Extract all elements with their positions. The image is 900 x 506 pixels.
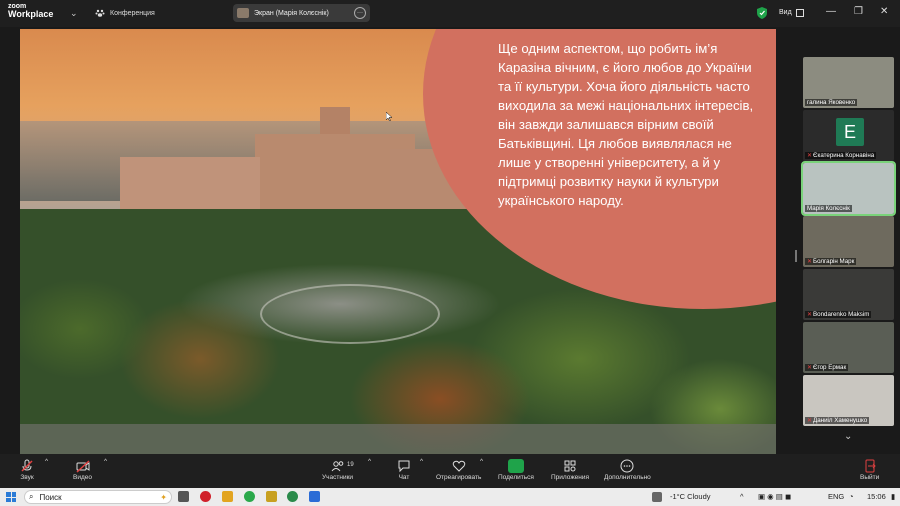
restore-icon[interactable]: ❐ bbox=[854, 6, 863, 17]
clock[interactable]: 15:06 bbox=[867, 492, 886, 501]
network-icon[interactable]: ◔ bbox=[849, 492, 854, 501]
participant-gallery: галина Яковенко E ✕ Єкатерина Корнавіна М… bbox=[797, 27, 900, 454]
conference-label: Конференция bbox=[110, 9, 155, 17]
participant-name: ✕ Bondarenko Maksim bbox=[805, 311, 872, 318]
slide-text: Ще одним аспектом, що робить ім’я Каразі… bbox=[498, 41, 754, 208]
mouse-cursor-icon bbox=[386, 112, 392, 121]
muted-mic-icon: ✕ bbox=[807, 312, 813, 318]
zoom-taskbar-icon[interactable] bbox=[309, 491, 320, 502]
heart-icon bbox=[452, 460, 465, 472]
task-view-icon[interactable] bbox=[178, 491, 189, 502]
app-icon[interactable] bbox=[266, 491, 277, 502]
close-icon[interactable]: ✕ bbox=[880, 6, 888, 17]
shield-icon[interactable] bbox=[757, 7, 767, 19]
chat-label: Чат bbox=[398, 474, 410, 481]
scroll-down-icon[interactable]: ⌄ bbox=[844, 431, 852, 442]
chevron-down-icon[interactable]: ⌄ bbox=[70, 8, 78, 19]
tray-app-icons[interactable]: ▣ ◉ ▤ ◼ bbox=[758, 492, 791, 501]
leave-button[interactable]: Выйти bbox=[860, 458, 879, 481]
participant-name: ✕ Даниіл Хаменушко bbox=[805, 417, 870, 424]
participant-tile[interactable]: ✕ Bondarenko Maksim bbox=[803, 269, 894, 320]
participant-tile-active[interactable]: Марія Колєснік bbox=[801, 161, 896, 216]
video-options-caret[interactable]: ^ bbox=[104, 458, 107, 465]
tray-chevron-icon[interactable]: ^ bbox=[740, 492, 744, 501]
share-screen-icon bbox=[507, 459, 524, 473]
copilot-sparkle-icon: ✦ bbox=[160, 492, 167, 502]
chrome-icon[interactable] bbox=[287, 491, 298, 502]
photo-road bbox=[20, 424, 776, 454]
share-label: Поделиться bbox=[498, 474, 534, 481]
photo-plaza bbox=[260, 284, 440, 344]
weather-text[interactable]: -1°C Cloudy bbox=[670, 492, 711, 501]
chrome-icon[interactable] bbox=[244, 491, 255, 502]
muted-mic-icon: ✕ bbox=[807, 153, 813, 159]
video-button[interactable]: Видео bbox=[73, 458, 92, 481]
screen-thumbnail-icon bbox=[237, 8, 249, 18]
react-button[interactable]: Отреагировать bbox=[436, 458, 481, 481]
more-label: Дополнительно bbox=[604, 474, 651, 481]
participant-tile[interactable]: галина Яковенко bbox=[803, 57, 894, 108]
muted-mic-icon: ✕ bbox=[807, 418, 813, 424]
os-taskbar: ⌕ Поиск ✦ -1°C Cloudy ^ ▣ ◉ ▤ ◼ ENG ◔ 15… bbox=[0, 488, 900, 506]
avatar: E bbox=[836, 118, 864, 146]
file-explorer-icon[interactable] bbox=[222, 491, 233, 502]
more-dots-icon bbox=[620, 459, 634, 473]
apps-label: Приложения bbox=[551, 474, 590, 481]
leave-label: Выйти bbox=[860, 474, 880, 481]
participant-tile[interactable]: E ✕ Єкатерина Корнавіна bbox=[803, 110, 894, 161]
screen-share-tab[interactable]: Экран (Марія Колєснік) ··· bbox=[233, 4, 370, 22]
participant-tile[interactable]: ✕ Даниіл Хаменушко bbox=[803, 375, 894, 426]
participant-name: ✕ Єгор Ермак bbox=[805, 364, 849, 371]
participants-count-badge: 19 bbox=[347, 462, 354, 468]
more-button[interactable]: Дополнительно bbox=[604, 458, 651, 481]
windows-start-icon[interactable] bbox=[6, 492, 16, 502]
muted-mic-icon: ✕ bbox=[807, 259, 813, 265]
meeting-toolbar: Звук ^ Видео ^ Участники 19 ^ Чат ^ Отре… bbox=[0, 454, 900, 488]
conference-menu[interactable]: Конференция bbox=[95, 8, 155, 18]
paw-icon bbox=[95, 9, 105, 17]
logo-line-2: Workplace bbox=[8, 9, 54, 19]
title-bar: zoom Workplace ⌄ Конференция Экран (Марі… bbox=[0, 0, 900, 27]
audio-options-caret[interactable]: ^ bbox=[45, 458, 48, 465]
video-off-icon bbox=[75, 460, 90, 473]
minimize-icon[interactable]: — bbox=[826, 6, 836, 17]
share-screen-button[interactable]: Поделиться bbox=[498, 458, 534, 481]
audio-button[interactable]: Звук bbox=[20, 458, 34, 481]
participants-label: Участники bbox=[322, 474, 354, 481]
apps-icon bbox=[564, 460, 576, 472]
video-label: Видео bbox=[73, 474, 92, 481]
participant-name: галина Яковенко bbox=[805, 99, 858, 106]
view-menu[interactable]: Вид bbox=[779, 9, 792, 16]
zoom-logo: zoom Workplace bbox=[8, 3, 53, 19]
participant-tile[interactable]: ✕ Єгор Ермак bbox=[803, 322, 894, 373]
chat-options-caret[interactable]: ^ bbox=[420, 458, 423, 465]
audio-label: Звук bbox=[20, 474, 34, 481]
search-placeholder: Поиск bbox=[39, 492, 62, 502]
mic-muted-icon bbox=[21, 459, 33, 472]
react-options-caret[interactable]: ^ bbox=[480, 458, 483, 465]
participant-name: Марія Колєснік bbox=[805, 205, 852, 212]
participant-tile[interactable]: ✕ Болгарін Марк bbox=[803, 216, 894, 267]
grid-view-icon[interactable] bbox=[796, 9, 804, 17]
chat-icon bbox=[398, 460, 410, 473]
shared-screen-stage: Ще одним аспектом, що робить ім’я Каразі… bbox=[0, 27, 797, 454]
opera-icon[interactable] bbox=[200, 491, 211, 502]
participants-options-caret[interactable]: ^ bbox=[368, 458, 371, 465]
weather-icon bbox=[652, 492, 662, 502]
language-indicator[interactable]: ENG bbox=[828, 492, 844, 501]
muted-mic-icon: ✕ bbox=[807, 365, 813, 371]
participants-icon bbox=[331, 461, 343, 472]
presentation-slide: Ще одним аспектом, що робить ім’я Каразі… bbox=[20, 29, 776, 454]
screen-tab-label: Экран (Марія Колєснік) bbox=[254, 9, 329, 17]
participant-name: ✕ Єкатерина Корнавіна bbox=[805, 152, 877, 159]
taskbar-search-input[interactable]: ⌕ Поиск ✦ bbox=[24, 490, 172, 504]
participant-name: ✕ Болгарін Марк bbox=[805, 258, 857, 265]
apps-button[interactable]: Приложения bbox=[551, 458, 589, 481]
react-label: Отреагировать bbox=[436, 474, 482, 481]
notification-icon[interactable]: ▮ bbox=[891, 492, 895, 501]
more-options-icon[interactable]: ··· bbox=[354, 7, 366, 19]
leave-icon bbox=[865, 459, 876, 473]
chat-button[interactable]: Чат bbox=[397, 458, 411, 481]
search-icon: ⌕ bbox=[29, 492, 34, 501]
